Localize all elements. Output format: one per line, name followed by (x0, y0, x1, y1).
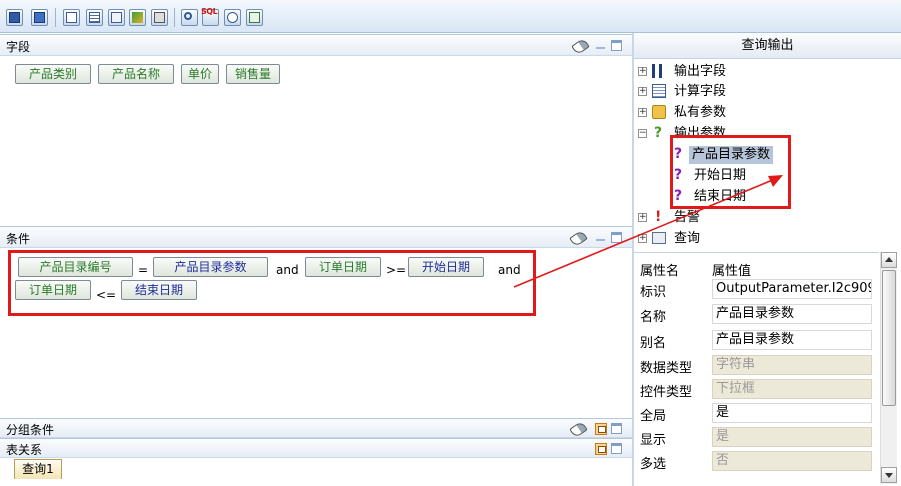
property-value[interactable]: 是 (712, 403, 872, 423)
property-value[interactable]: 产品目录参数 (712, 304, 872, 324)
property-scrollbar[interactable] (880, 252, 897, 484)
tree-item-computed-fields[interactable]: + 计算字段 (638, 83, 838, 101)
relation-panel-header: 表关系 (0, 438, 632, 458)
restore-icon[interactable] (595, 423, 607, 435)
tree-item-private-params[interactable]: + 私有参数 (638, 104, 838, 122)
alert-icon: ! (655, 209, 662, 225)
save-as-icon[interactable] (31, 9, 48, 26)
property-name: 多选 (640, 457, 667, 472)
group-panel-title: 分组条件 (6, 423, 55, 437)
fields-panel-body: 产品类别 产品名称 单价 销售量 (0, 56, 632, 226)
conditions-panel-title: 条件 (6, 232, 31, 246)
eraser-icon[interactable] (569, 229, 588, 248)
property-name: 标识 (640, 285, 667, 300)
tree-item-query[interactable]: + 查询 (638, 230, 838, 248)
field-item[interactable]: 单价 (181, 64, 219, 84)
chart-icon[interactable] (129, 9, 146, 26)
relation-panel-title: 表关系 (6, 443, 43, 457)
fields-panel-header: 字段 (0, 34, 632, 56)
fields-panel-title: 字段 (6, 40, 31, 54)
property-row: 全局 是 (634, 401, 879, 425)
property-name: 控件类型 (640, 385, 693, 400)
conditions-panel-header: 条件 (0, 226, 632, 248)
property-row: 标识 OutputParameter.I2c90903 (634, 277, 879, 301)
property-value: 否 (712, 451, 872, 471)
question-icon: ? (654, 125, 663, 141)
scroll-up-icon[interactable] (881, 252, 897, 268)
preview-icon[interactable] (151, 9, 168, 26)
conditions-highlight-box (8, 250, 536, 316)
property-row: 多选 否 (634, 449, 879, 473)
tree-label: 查询 (674, 231, 701, 246)
property-name: 别名 (640, 336, 667, 351)
property-name: 全局 (640, 409, 667, 424)
property-row: 名称 产品目录参数 (634, 302, 879, 326)
property-value[interactable]: 产品目录参数 (712, 330, 872, 350)
property-name: 显示 (640, 433, 667, 448)
property-row: 显示 是 (634, 425, 879, 449)
tab-query1[interactable]: 查询1 (14, 459, 62, 479)
property-row: 数据类型 字符串 (634, 353, 879, 377)
toolbar-separator (174, 8, 175, 27)
computed-fields-icon (652, 84, 666, 98)
scrollbar-thumb[interactable] (882, 270, 896, 406)
collapse-icon[interactable]: − (638, 129, 647, 138)
query-output-header: 查询输出 (634, 33, 901, 59)
expand-icon[interactable]: + (638, 87, 647, 96)
field-item[interactable]: 产品名称 (98, 64, 174, 84)
property-value: 字符串 (712, 355, 872, 375)
maximize-icon[interactable] (611, 443, 622, 454)
property-value[interactable]: OutputParameter.I2c90903 (712, 279, 872, 299)
output-fields-icon (652, 64, 662, 78)
expand-icon[interactable]: + (638, 67, 647, 76)
toolbar-separator (55, 8, 56, 27)
property-name: 数据类型 (640, 361, 693, 376)
maximize-icon[interactable] (611, 232, 622, 243)
eraser-icon[interactable] (571, 37, 590, 56)
tree-item-alerts[interactable]: + ! 告警 (638, 209, 838, 227)
property-name: 名称 (640, 310, 667, 325)
export-icon[interactable] (246, 9, 263, 26)
search-icon[interactable] (181, 9, 198, 26)
group-panel-header: 分组条件 (0, 418, 632, 439)
property-row: 控件类型 下拉框 (634, 377, 879, 401)
property-row: 别名 产品目录参数 (634, 328, 879, 352)
folder-icon (652, 105, 666, 119)
form-icon[interactable] (108, 9, 125, 26)
tree-item-output-fields[interactable]: + 输出字段 (638, 63, 838, 81)
save-icon[interactable] (6, 9, 23, 26)
scroll-down-icon[interactable] (881, 467, 897, 483)
clock-icon[interactable] (224, 9, 241, 26)
params-highlight-box (670, 135, 791, 209)
toolbar: SQL (0, 0, 901, 33)
tree-label: 私有参数 (674, 105, 727, 120)
table-icon[interactable] (86, 9, 103, 26)
field-item[interactable]: 产品类别 (15, 64, 91, 84)
tree-label: 输出字段 (674, 64, 727, 79)
sql-label: SQL (201, 7, 218, 16)
tree-label: 告警 (674, 210, 701, 225)
restore-icon[interactable] (595, 443, 607, 455)
property-value: 下拉框 (712, 379, 872, 399)
field-item[interactable]: 销售量 (226, 64, 280, 84)
minimize-icon[interactable] (596, 47, 605, 49)
maximize-icon[interactable] (611, 40, 622, 51)
property-grid: 属性名 属性值 标识 OutputParameter.I2c90903 名称 产… (634, 252, 879, 486)
query-icon (652, 232, 666, 244)
tree-label: 计算字段 (674, 84, 727, 99)
window-icon[interactable] (63, 9, 80, 26)
property-value: 是 (712, 427, 872, 447)
expand-icon[interactable]: + (638, 213, 647, 222)
minimize-icon[interactable] (596, 239, 605, 241)
expand-icon[interactable]: + (638, 108, 647, 117)
expand-icon[interactable]: + (638, 234, 647, 243)
eraser-icon[interactable] (569, 420, 588, 439)
maximize-icon[interactable] (611, 423, 622, 434)
